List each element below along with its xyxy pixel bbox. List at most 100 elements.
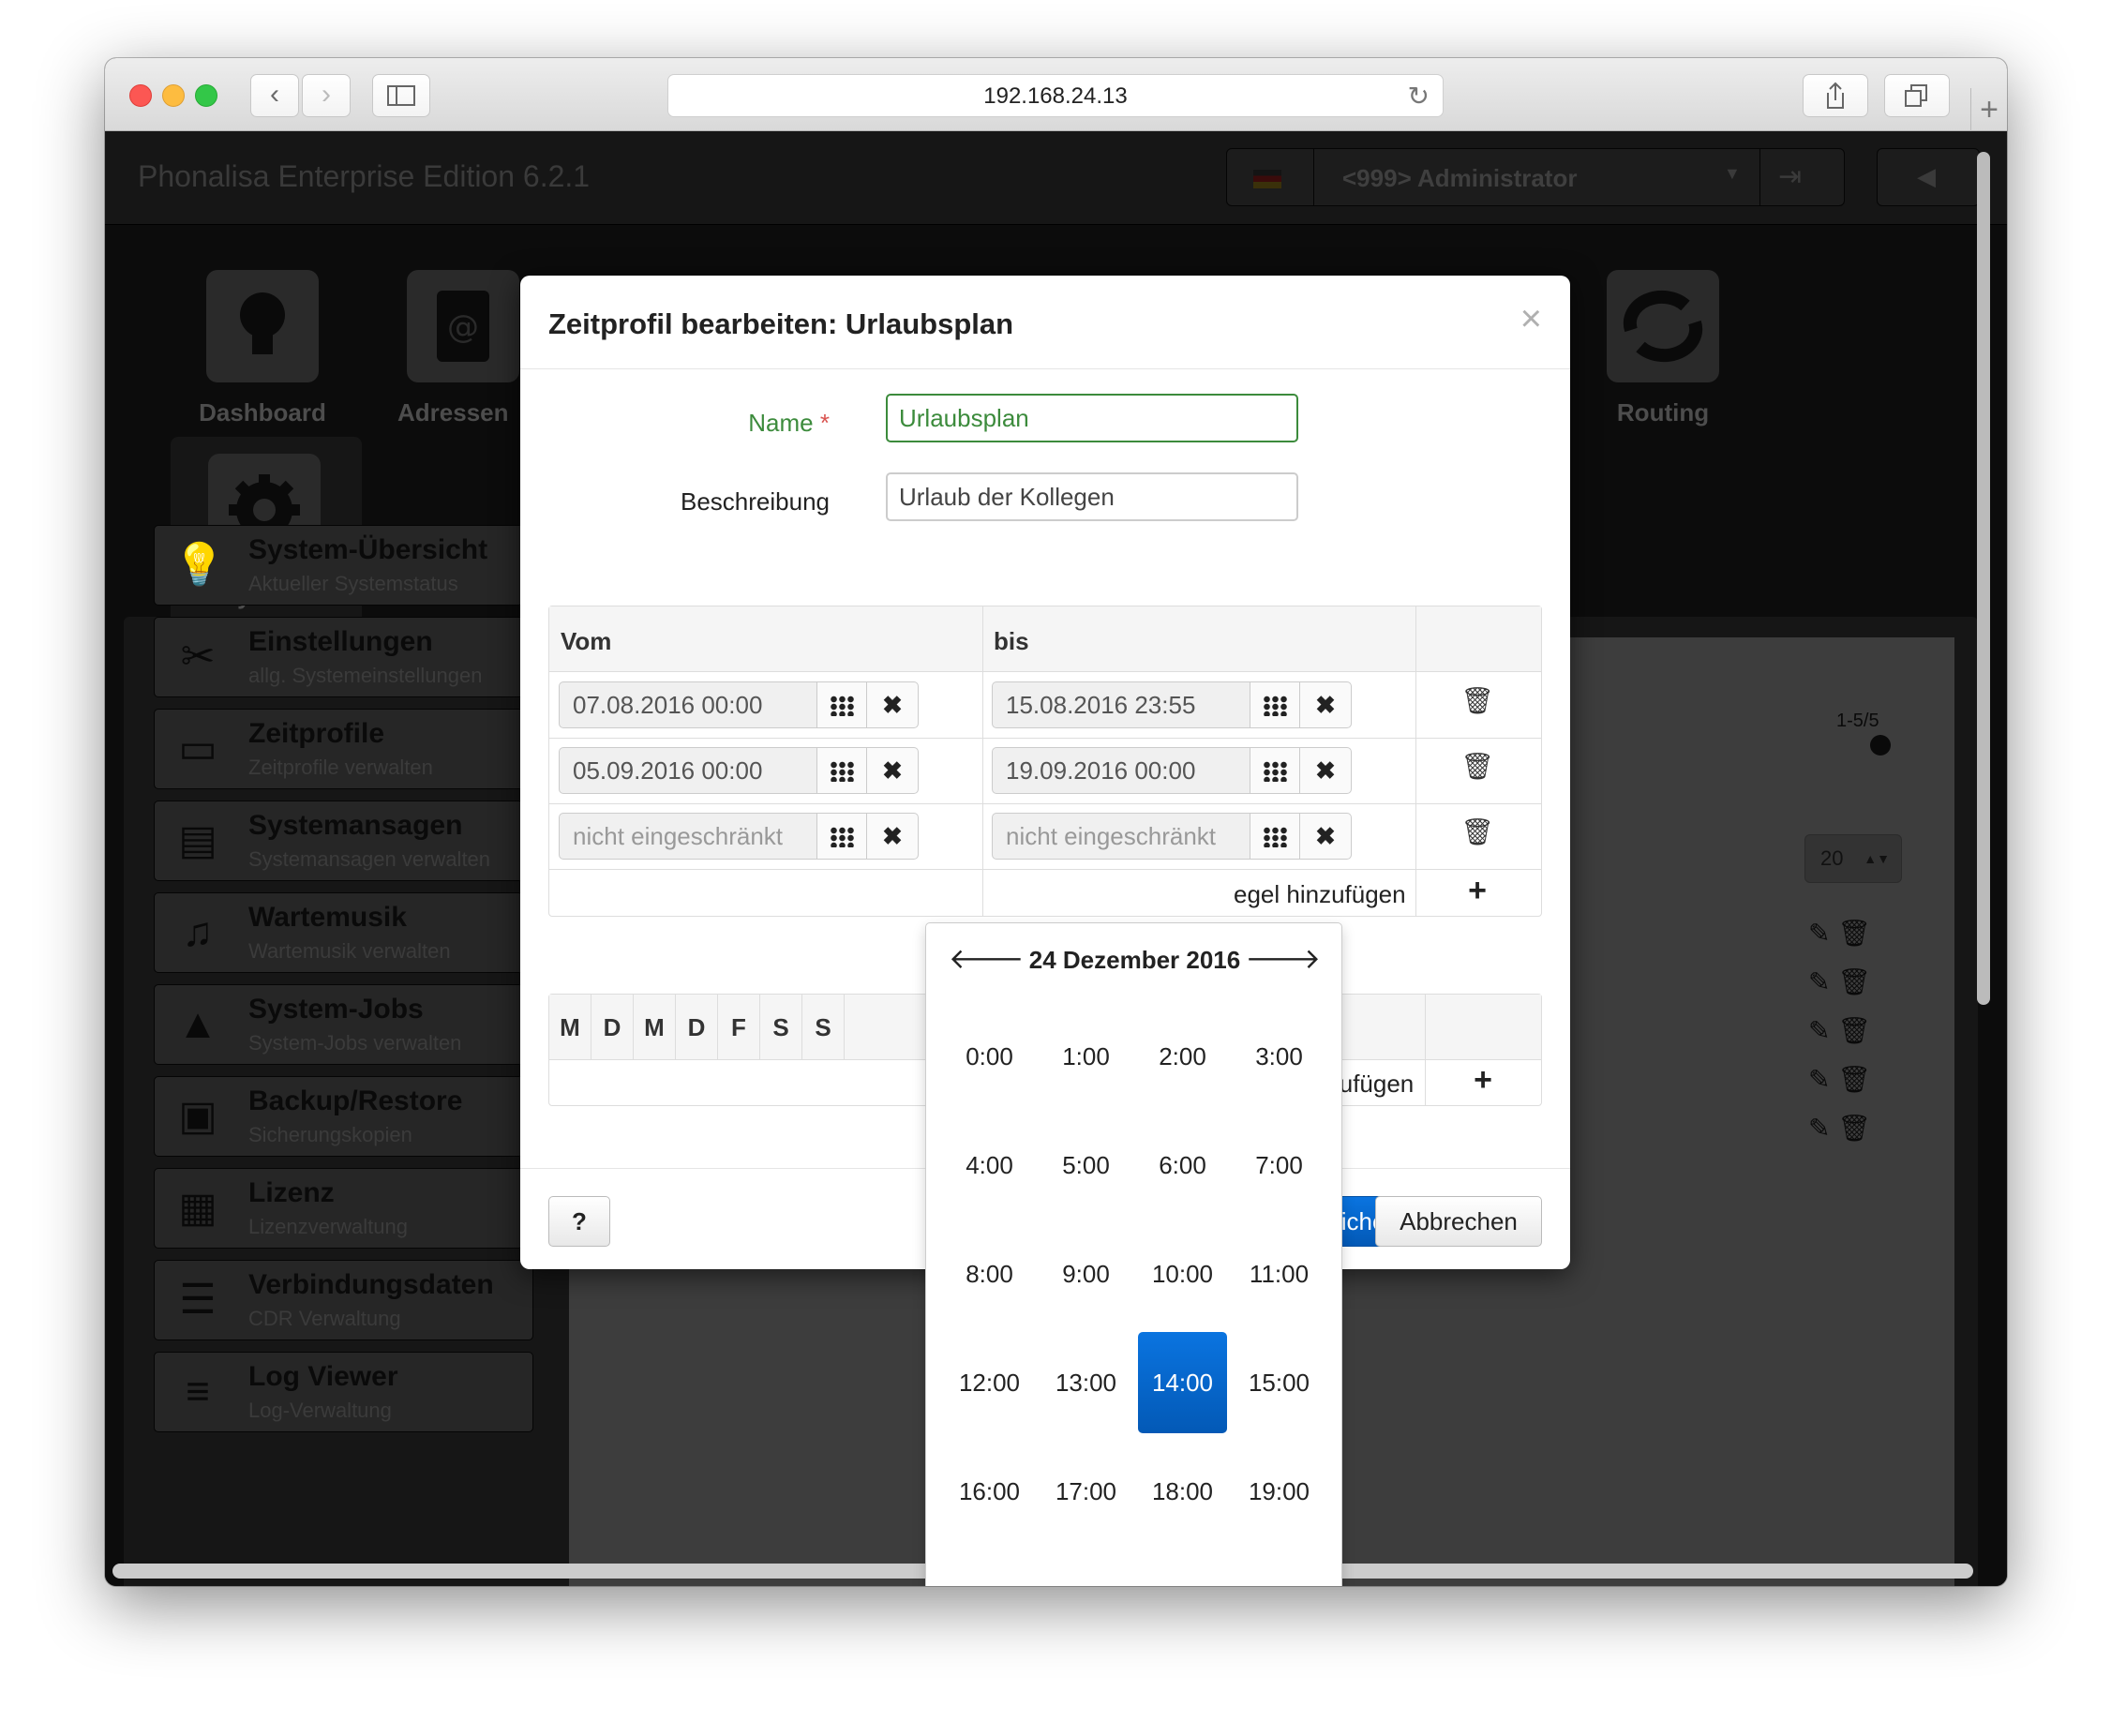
to-date-input[interactable]: nicht eingeschränkt bbox=[992, 813, 1250, 860]
hour-option[interactable]: 10:00 bbox=[1138, 1223, 1227, 1324]
tabs-button[interactable] bbox=[1884, 74, 1950, 117]
sidebar-toggle-button[interactable] bbox=[372, 74, 430, 117]
flag-de-icon bbox=[1253, 170, 1281, 188]
minimize-window-button[interactable] bbox=[162, 84, 185, 107]
zoom-window-button[interactable] bbox=[195, 84, 217, 107]
x-icon: ✖ bbox=[1315, 756, 1336, 785]
hour-option[interactable]: 16:00 bbox=[945, 1441, 1034, 1542]
hour-option[interactable]: 22:00 bbox=[1138, 1549, 1227, 1586]
address-bar[interactable]: 192.168.24.13 ↻ bbox=[667, 74, 1444, 117]
arrow-right-icon[interactable]: 🡒 bbox=[1246, 942, 1321, 976]
calendar-button[interactable] bbox=[816, 813, 867, 860]
sidebar-item[interactable]: ♫ Wartemusik Wartemusik verwalten bbox=[154, 892, 533, 973]
description-input[interactable]: Urlaub der Kollegen bbox=[886, 472, 1298, 521]
to-date-input[interactable]: 15.08.2016 23:55 bbox=[992, 681, 1250, 728]
calendar-button[interactable] bbox=[1250, 681, 1300, 728]
close-icon[interactable]: × bbox=[1520, 298, 1542, 340]
hour-option[interactable]: 11:00 bbox=[1235, 1223, 1324, 1324]
trash-icon[interactable]: 🗑 bbox=[1459, 685, 1496, 716]
from-date-input[interactable]: 07.08.2016 00:00 bbox=[559, 681, 817, 728]
rocket-icon: ▲ bbox=[177, 1001, 218, 1047]
logout-icon[interactable]: ⇥ bbox=[1778, 160, 1802, 193]
help-button[interactable]: ? bbox=[548, 1196, 610, 1247]
list-icon: ☰ bbox=[179, 1277, 217, 1323]
back-button[interactable]: ‹ bbox=[250, 74, 299, 117]
sidebar-item[interactable]: ▲ System-Jobs System-Jobs verwalten bbox=[154, 984, 533, 1065]
share-button[interactable] bbox=[1803, 74, 1868, 117]
lines-icon: ≡ bbox=[186, 1369, 210, 1414]
calendar-button[interactable] bbox=[1250, 813, 1300, 860]
adressen-tile[interactable]: @ bbox=[407, 270, 519, 382]
sidebar-item[interactable]: 💡 System-Übersicht Aktueller Systemstatus bbox=[154, 525, 533, 606]
calendar-button[interactable] bbox=[1250, 747, 1300, 794]
grid-icon bbox=[1263, 696, 1287, 716]
sidebar-item[interactable]: ▤ Systemansagen Systemansagen verwalten bbox=[154, 801, 533, 881]
sidebar-item[interactable]: ▣ Backup/Restore Sicherungskopien bbox=[154, 1076, 533, 1157]
row-actions[interactable]: ✎ 🗑 ✎ 🗑 ✎ 🗑 ✎ 🗑 ✎ 🗑 bbox=[1808, 909, 1921, 1153]
hour-option[interactable]: 20:00 bbox=[945, 1549, 1034, 1586]
dashboard-tile[interactable] bbox=[206, 270, 319, 382]
from-date-input[interactable]: nicht eingeschränkt bbox=[559, 813, 817, 860]
vertical-scrollbar[interactable] bbox=[1977, 152, 1990, 1005]
hour-option[interactable]: 0:00 bbox=[945, 1006, 1034, 1107]
sidebar-item-subtitle: CDR Verwaltung bbox=[248, 1307, 401, 1330]
clock-display-icon: ▭ bbox=[178, 726, 217, 771]
clear-button[interactable]: ✖ bbox=[1299, 813, 1352, 860]
hour-option[interactable]: 17:00 bbox=[1041, 1441, 1130, 1542]
app-header: Phonalisa Enterprise Edition 6.2.1 <999>… bbox=[105, 131, 2007, 225]
to-date-input[interactable]: 19.09.2016 00:00 bbox=[992, 747, 1250, 794]
hour-option[interactable]: 8:00 bbox=[945, 1223, 1034, 1324]
hour-option[interactable]: 23:00 bbox=[1235, 1549, 1324, 1586]
hour-option[interactable]: 19:00 bbox=[1235, 1441, 1324, 1542]
forward-button[interactable]: › bbox=[302, 74, 351, 117]
hour-option[interactable]: 12:00 bbox=[945, 1332, 1034, 1433]
caret-down-icon: ▼ bbox=[1724, 164, 1741, 183]
hour-option[interactable]: 9:00 bbox=[1041, 1223, 1130, 1324]
hour-option[interactable]: 18:00 bbox=[1138, 1441, 1227, 1542]
routing-tile[interactable] bbox=[1607, 270, 1719, 382]
clear-button[interactable]: ✖ bbox=[1299, 747, 1352, 794]
user-menu[interactable]: <999> Administrator ▼ ⇥ bbox=[1226, 148, 1845, 206]
reload-icon[interactable]: ↻ bbox=[1408, 75, 1430, 118]
sidebar-item[interactable]: ☰ Verbindungsdaten CDR Verwaltung bbox=[154, 1260, 533, 1340]
address-book-icon: @ bbox=[437, 291, 489, 362]
plus-icon[interactable]: + bbox=[1464, 1062, 1502, 1099]
sidebar-item[interactable]: ▦ Lizenz Lizenzverwaltung bbox=[154, 1168, 533, 1249]
hour-option[interactable]: 1:00 bbox=[1041, 1006, 1130, 1107]
sidebar-item[interactable]: ≡ Log Viewer Log-Verwaltung bbox=[154, 1352, 533, 1432]
trash-icon[interactable]: 🗑 bbox=[1459, 751, 1496, 782]
sidebar-item-title: Verbindungsdaten bbox=[248, 1269, 494, 1300]
hour-option[interactable]: 5:00 bbox=[1041, 1115, 1130, 1216]
music-note-icon: ♫ bbox=[182, 909, 214, 955]
collapse-button[interactable]: ◀ bbox=[1877, 148, 1980, 206]
plus-icon: + bbox=[1980, 92, 1999, 127]
hour-option[interactable]: 7:00 bbox=[1235, 1115, 1324, 1216]
clear-button[interactable]: ✖ bbox=[866, 813, 919, 860]
new-tab-button[interactable]: + bbox=[1970, 88, 2007, 131]
hour-option[interactable]: 4:00 bbox=[945, 1115, 1034, 1216]
sidebar-item[interactable]: ▭ Zeitprofile Zeitprofile verwalten bbox=[154, 709, 533, 789]
hour-option[interactable]: 21:00 bbox=[1041, 1549, 1130, 1586]
plus-icon[interactable]: + bbox=[1459, 873, 1496, 909]
hour-option[interactable]: 3:00 bbox=[1235, 1006, 1324, 1107]
sidebar-item[interactable]: ✂ Einstellungen allg. Systemeinstellungen bbox=[154, 617, 533, 697]
help-circle-icon[interactable] bbox=[1870, 735, 1891, 756]
clear-button[interactable]: ✖ bbox=[866, 747, 919, 794]
sidebar-item-title: Lizenz bbox=[248, 1177, 335, 1208]
hour-option[interactable]: 6:00 bbox=[1138, 1115, 1227, 1216]
calendar-button[interactable] bbox=[816, 747, 867, 794]
trash-icon[interactable]: 🗑 bbox=[1459, 816, 1496, 847]
hour-option[interactable]: 15:00 bbox=[1235, 1332, 1324, 1433]
page-size-select[interactable]: 20 ▲▼ bbox=[1804, 834, 1902, 883]
hour-option[interactable]: 13:00 bbox=[1041, 1332, 1130, 1433]
hour-option[interactable]: 2:00 bbox=[1138, 1006, 1227, 1107]
clear-button[interactable]: ✖ bbox=[1299, 681, 1352, 728]
triangle-left-icon: ◀ bbox=[1917, 162, 1936, 190]
hour-option-selected[interactable]: 14:00 bbox=[1138, 1332, 1227, 1433]
cancel-button[interactable]: Abbrechen bbox=[1375, 1196, 1542, 1247]
calendar-button[interactable] bbox=[816, 681, 867, 728]
from-date-input[interactable]: 05.09.2016 00:00 bbox=[559, 747, 817, 794]
name-input[interactable]: Urlaubsplan bbox=[886, 394, 1298, 442]
clear-button[interactable]: ✖ bbox=[866, 681, 919, 728]
close-window-button[interactable] bbox=[129, 84, 152, 107]
